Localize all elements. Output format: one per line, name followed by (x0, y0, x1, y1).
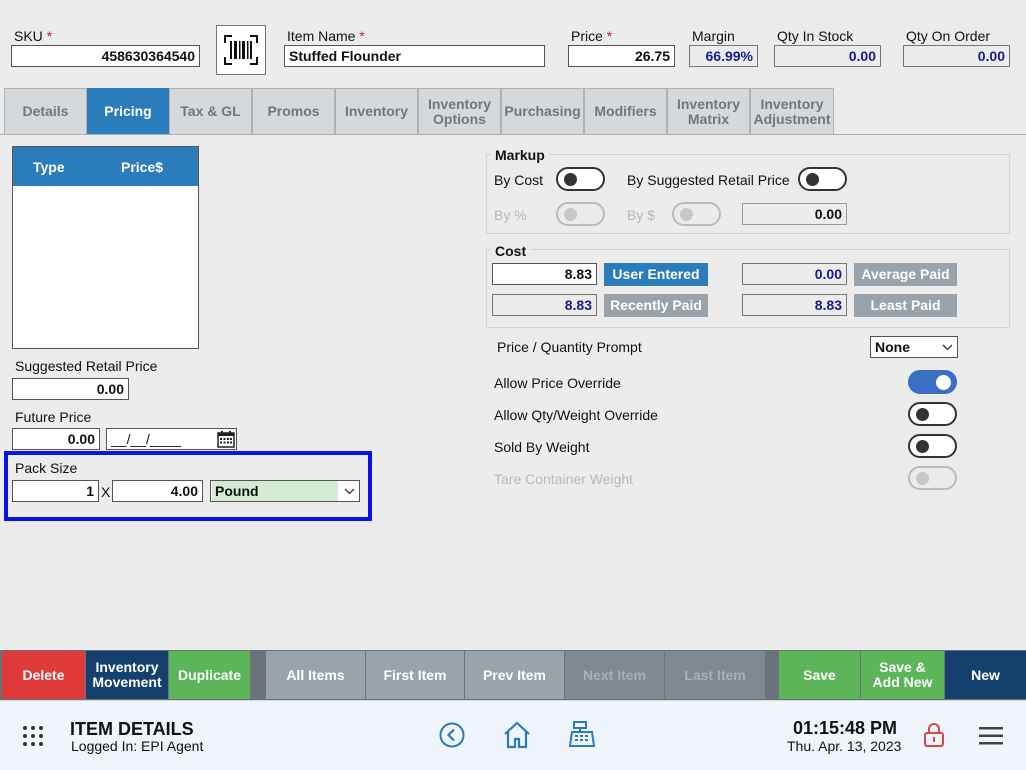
qty-on-order-label: Qty On Order (906, 28, 991, 44)
sold-by-weight-label: Sold By Weight (494, 439, 590, 455)
by-dollar-label: By $ (627, 207, 656, 223)
item-name-input[interactable]: Stuffed Flounder (284, 45, 545, 67)
recently-paid-button[interactable]: Recently Paid (604, 294, 708, 317)
calendar-icon[interactable] (215, 429, 236, 449)
sku-input[interactable]: 458630364540 (11, 45, 200, 67)
pack-size-x-label: X (101, 484, 111, 500)
page-title: ITEM DETAILS (70, 719, 194, 739)
unit-value: Pound (212, 481, 338, 501)
all-items-button[interactable]: All Items (266, 651, 365, 699)
clock-time: 01:15:48 PM (793, 718, 898, 738)
home-icon[interactable] (502, 721, 532, 752)
suggested-retail-input[interactable]: 0.00 (12, 378, 129, 400)
pack-size-qty-input[interactable]: 1 (12, 480, 99, 502)
tab-inventory-options[interactable]: Inventory Options (418, 88, 501, 135)
logged-in-label: Logged In: EPI Agent (71, 738, 204, 754)
first-item-button[interactable]: First Item (366, 651, 464, 699)
least-paid-value: 8.83 (742, 294, 847, 316)
allow-price-override-toggle[interactable] (908, 370, 957, 394)
prompt-value: None (875, 339, 910, 355)
price-type-table[interactable]: Type Price$ (12, 146, 199, 349)
margin-label: Margin (692, 28, 735, 44)
new-button[interactable]: New (945, 651, 1026, 699)
save-add-new-button[interactable]: Save & Add New (861, 651, 944, 699)
allow-qty-override-toggle[interactable] (908, 402, 957, 426)
tab-pricing[interactable]: Pricing (87, 88, 169, 135)
grid-menu-icon[interactable] (22, 725, 44, 750)
sold-by-weight-toggle[interactable] (908, 434, 957, 458)
markup-value-input: 0.00 (742, 203, 847, 225)
tare-weight-toggle (908, 466, 957, 490)
tab-inventory-adjustment[interactable]: Inventory Adjustment (750, 88, 834, 135)
average-paid-button[interactable]: Average Paid (854, 263, 957, 286)
average-paid-value: 0.00 (742, 263, 847, 285)
cost-title: Cost (491, 243, 531, 259)
qty-in-stock-value: 0.00 (774, 45, 881, 67)
clock-date: Thu. Apr. 13, 2023 (787, 738, 902, 754)
column-price: Price$ (121, 158, 164, 175)
margin-value: 66.99% (689, 45, 758, 67)
by-dollar-toggle (672, 202, 721, 226)
cash-register-icon[interactable] (568, 720, 598, 753)
by-cost-label: By Cost (494, 172, 544, 188)
suggested-retail-label: Suggested Retail Price (15, 358, 158, 374)
item-name-label: Item Name * (287, 28, 365, 44)
markup-title: Markup (491, 147, 549, 163)
tab-tax-gl[interactable]: Tax & GL (169, 88, 252, 135)
tare-weight-label: Tare Container Weight (494, 471, 634, 487)
by-percent-toggle (556, 202, 605, 226)
least-paid-button[interactable]: Least Paid (854, 294, 957, 317)
last-item-button: Last Item (665, 651, 765, 699)
delete-button[interactable]: Delete (2, 651, 85, 699)
save-button[interactable]: Save (779, 651, 860, 699)
barcode-icon[interactable] (216, 25, 266, 75)
allow-price-override-label: Allow Price Override (494, 375, 621, 391)
allow-qty-override-label: Allow Qty/Weight Override (494, 407, 658, 423)
recently-paid-value: 8.83 (492, 294, 597, 316)
qty-in-stock-label: Qty In Stock (777, 28, 854, 44)
user-entered-button[interactable]: User Entered (604, 263, 708, 286)
tab-modifiers[interactable]: Modifiers (584, 88, 667, 135)
tab-inventory-matrix[interactable]: Inventory Matrix (667, 88, 750, 135)
price-qty-prompt-label: Price / Quantity Prompt (497, 339, 642, 355)
hamburger-menu-icon[interactable] (979, 726, 1003, 749)
inventory-movement-button[interactable]: Inventory Movement (86, 651, 168, 699)
chevron-down-icon (344, 481, 355, 501)
table-header: Type Price$ (13, 147, 198, 186)
qty-on-order-value: 0.00 (903, 45, 1010, 67)
pack-size-unit-select[interactable]: Pound (210, 480, 360, 502)
by-percent-label: By % (494, 207, 527, 223)
future-price-input[interactable]: 0.00 (12, 428, 100, 450)
lock-icon[interactable] (923, 722, 945, 751)
back-icon[interactable] (439, 722, 465, 751)
user-entered-cost-input[interactable]: 8.83 (492, 263, 597, 285)
tab-purchasing[interactable]: Purchasing (501, 88, 584, 135)
price-label: Price * (571, 28, 613, 44)
prev-item-button[interactable]: Prev Item (465, 651, 564, 699)
tab-inventory[interactable]: Inventory (335, 88, 418, 135)
price-qty-prompt-select[interactable]: None (870, 336, 958, 358)
column-type: Type (33, 158, 65, 175)
by-suggested-toggle[interactable] (798, 167, 847, 191)
tab-promos[interactable]: Promos (252, 88, 335, 135)
chevron-down-icon (942, 337, 953, 357)
price-input[interactable]: 26.75 (568, 45, 675, 67)
by-cost-toggle[interactable] (556, 167, 605, 191)
future-price-label: Future Price (15, 409, 92, 425)
pack-size-label: Pack Size (15, 460, 78, 476)
tab-details[interactable]: Details (4, 88, 87, 135)
next-item-button: Next Item (565, 651, 664, 699)
by-suggested-label: By Suggested Retail Price (627, 172, 790, 188)
pack-size-size-input[interactable]: 4.00 (112, 480, 203, 502)
sku-label: SKU * (14, 28, 53, 44)
duplicate-button[interactable]: Duplicate (169, 651, 250, 699)
